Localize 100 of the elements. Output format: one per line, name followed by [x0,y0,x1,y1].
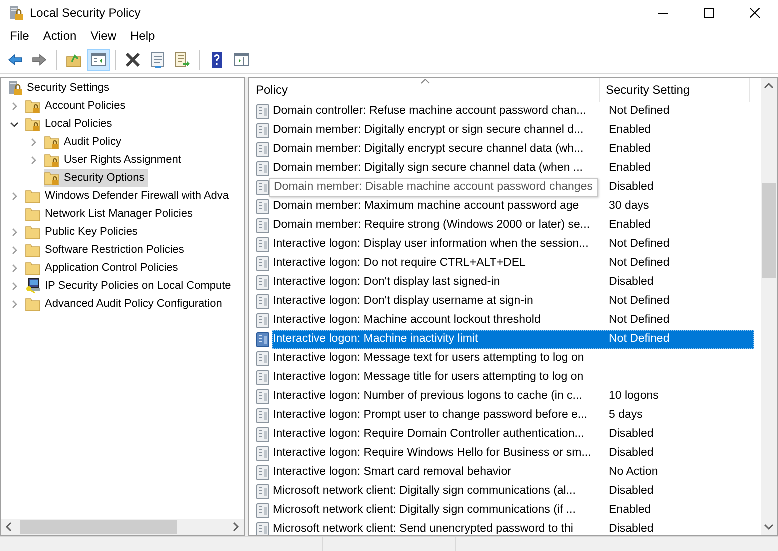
policy-icon [255,502,271,518]
policy-row[interactable]: Microsoft network client: Digitally sign communications (if ... Enabled [272,501,754,520]
policy-row[interactable]: Interactive logon: Display user information when the session... Not Defined [272,235,754,254]
policy-name: Domain member: Digitally encrypt secure channel data (wh... [273,142,585,157]
action-pane-icon[interactable] [234,52,250,68]
policy-icon [255,142,271,158]
policy-icon [255,426,271,442]
tree-item[interactable]: Security Options [44,169,148,187]
tooltip: Domain member: Disable machine account password changes [269,178,598,197]
policy-icon [255,274,271,290]
expand-chevron-icon[interactable] [28,138,38,146]
policy-row[interactable]: Microsoft network client: Digitally sign communications (al... Disabled [272,482,754,501]
tree-item[interactable]: Audit Policy [44,133,124,151]
locked-folder-icon [25,98,41,114]
security-setting: Enabled [609,218,652,233]
forward-arrow-icon[interactable] [32,52,48,68]
expand-chevron-icon[interactable] [10,246,18,254]
back-arrow-icon[interactable] [6,52,22,68]
policy-row[interactable]: Microsoft network client: Send unencrypted password to thi Disabled [272,520,754,535]
security-setting: Enabled [609,502,652,518]
policy-icon [255,122,271,138]
policy-row[interactable]: Domain member: Maximum machine account password age 30 days [272,197,754,216]
folder-up-icon[interactable] [66,52,82,68]
policy-name: Interactive logon: Do not require CTRL+ALT+DEL [273,256,527,271]
horizontal-scrollbar[interactable] [1,519,244,535]
policy-row[interactable]: Interactive logon: Don't display last signed-in Disabled [272,273,754,292]
policy-row[interactable]: Interactive logon: Don't display username at sign-in Not Defined [272,292,754,311]
policy-row[interactable]: Interactive logon: Require Domain Controller authentication... Disabled [272,425,754,444]
policy-icon [255,464,271,480]
maximize-icon[interactable] [704,8,714,18]
folder-icon [25,296,41,312]
policy-icon [255,236,271,252]
expand-chevron-icon[interactable] [10,282,18,290]
scrollbar-thumb[interactable] [762,183,776,278]
policy-row[interactable]: Domain member: Require strong (Windows 2000 or later) se... Enabled [272,216,754,235]
policy-row[interactable]: Domain member: Digitally sign secure channel data (when ... Enabled [272,159,754,178]
expand-chevron-icon[interactable] [10,102,18,110]
policy-row[interactable]: Interactive logon: Machine inactivity limit Not Defined [272,330,754,349]
vertical-scrollbar[interactable] [761,78,777,535]
policy-row[interactable]: Interactive logon: Smart card removal behavior No Action [272,463,754,482]
tree-pane-button[interactable] [87,49,110,71]
close-icon[interactable] [750,8,760,18]
policy-row[interactable]: Interactive logon: Message title for users attempting to log on [272,368,754,387]
tree-item[interactable]: Application Control Policies [25,259,182,277]
security-settings-icon [7,80,23,96]
policy-row[interactable]: Domain member: Digitally encrypt or sign secure channel d... Enabled [272,121,754,140]
tree-item[interactable]: User Rights Assignment [44,151,184,169]
tree-item[interactable]: Windows Defender Firewall with Adva [25,187,232,205]
tree-item[interactable]: Network List Manager Policies [25,205,196,223]
tree-item[interactable]: Software Restriction Policies [25,241,188,259]
tree-item[interactable]: Local Policies [25,115,116,133]
tree-item[interactable]: Account Policies [25,97,129,115]
policy-row[interactable]: Domain controller: Refuse machine account password chan... Not Defined [272,102,754,121]
policy-row[interactable]: Interactive logon: Machine account lockout threshold Not Defined [272,311,754,330]
policy-name: Interactive logon: Machine inactivity limit [273,332,480,347]
scrollbar-thumb[interactable] [20,520,177,534]
tree-item[interactable]: Advanced Audit Policy Configuration [25,295,226,313]
tree-item[interactable]: Security Settings [7,79,113,97]
policy-row[interactable]: Interactive logon: Number of previous logons to cache (in c... 10 logons [272,387,754,406]
properties-icon[interactable] [150,52,166,68]
policy-icon [255,104,271,120]
policy-icon [255,294,271,310]
policy-row[interactable]: Interactive logon: Do not require CTRL+ALT+DEL Not Defined [272,254,754,273]
column-header[interactable]: Security Setting [600,78,750,102]
policy-icon [255,408,271,424]
tree-pane-icon[interactable] [90,52,106,68]
policy-name: Interactive logon: Number of previous logons to cache (in c... [273,388,584,404]
folder-icon [25,260,41,276]
menu-item[interactable]: Action [36,26,84,46]
tree-item[interactable]: Public Key Policies [25,223,141,241]
tree-item[interactable]: IP Security Policies on Local Compute [25,277,234,295]
menu-item[interactable]: View [84,26,124,46]
locked-folder-icon [44,134,60,150]
policy-name: Microsoft network client: Send unencrypted password to thi [273,522,574,535]
window-title: Local Security Policy [30,4,141,22]
policy-icon [255,484,271,500]
locked-folder-icon [44,170,60,186]
delete-icon[interactable] [124,52,140,68]
security-setting: Not Defined [609,294,670,309]
expand-chevron-icon[interactable] [28,156,38,164]
menu-item[interactable]: File [3,26,36,46]
expand-chevron-icon[interactable] [10,228,18,236]
column-header[interactable]: Policy [249,78,600,102]
policy-icon [255,388,271,404]
policy-name: Interactive logon: Prompt user to change password before e... [273,408,589,423]
policy-row[interactable]: Interactive logon: Prompt user to change password before e... 5 days [272,406,754,425]
collapse-chevron-icon[interactable] [10,120,18,128]
policy-row[interactable]: Interactive logon: Message text for users attempting to log on [272,349,754,368]
expand-chevron-icon[interactable] [10,192,18,200]
export-list-icon[interactable] [174,52,190,68]
policy-name: Domain member: Require strong (Windows 2000 or later) se... [273,218,592,233]
policy-row[interactable]: Interactive logon: Require Windows Hello for Business or sm... Disabled [272,444,754,463]
menu-item[interactable]: Help [124,26,162,46]
security-setting: Disabled [609,446,654,461]
expand-chevron-icon[interactable] [10,264,18,272]
expand-chevron-icon[interactable] [10,300,18,308]
policy-row[interactable]: Domain member: Digitally encrypt secure channel data (wh... Enabled [272,140,754,159]
policy-name: Domain member: Maximum machine account password age [273,198,580,214]
folder-icon [25,224,41,240]
security-setting: Enabled [609,160,652,176]
